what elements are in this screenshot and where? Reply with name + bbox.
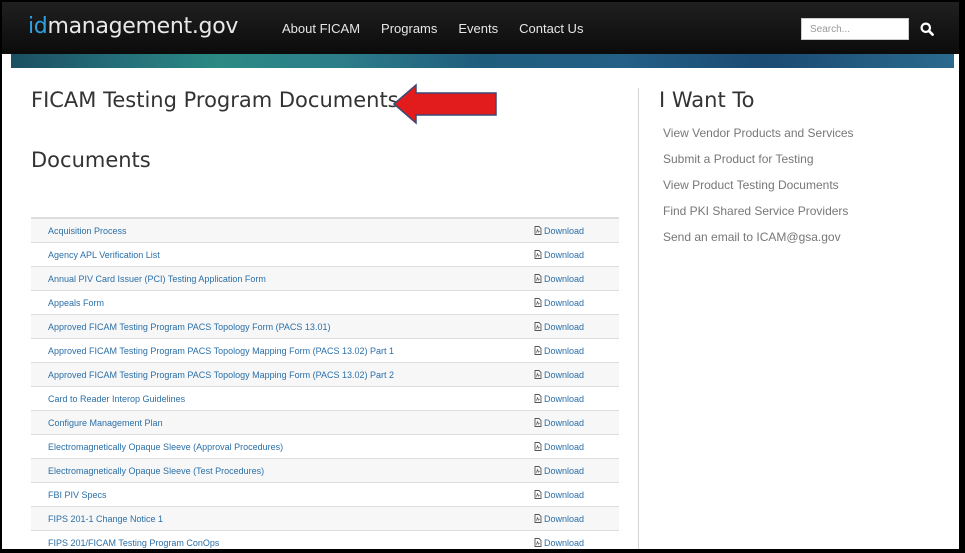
- pdf-file-icon: [534, 538, 542, 547]
- pdf-file-icon: [534, 274, 542, 283]
- logo-domain: management.gov: [47, 14, 239, 39]
- document-link[interactable]: Annual PIV Card Issuer (PCI) Testing App…: [48, 274, 266, 284]
- logo-id: id: [28, 14, 48, 39]
- site-header: idmanagement.gov About FICAM Programs Ev…: [2, 2, 959, 54]
- download-label: Download: [544, 273, 585, 284]
- search-button[interactable]: [915, 18, 939, 40]
- page-title: FICAM Testing Program Documents: [31, 88, 399, 112]
- red-arrow-annotation: [392, 83, 497, 125]
- document-link[interactable]: Agency APL Verification List: [48, 250, 160, 260]
- table-row: FIPS 201-1 Change Notice 1 Download: [31, 507, 619, 531]
- pdf-file-icon: [534, 514, 542, 523]
- sidebar-link[interactable]: Send an email to ICAM@gsa.gov: [663, 228, 854, 254]
- pdf-file-icon: [534, 370, 542, 379]
- table-row: Configure Management Plan Download: [31, 411, 619, 435]
- site-logo[interactable]: idmanagement.gov: [28, 14, 238, 39]
- sidebar-link[interactable]: View Product Testing Documents: [663, 176, 854, 202]
- pdf-file-icon: [534, 442, 542, 451]
- table-row: Appeals Form Download: [31, 291, 619, 315]
- i-want-to-list: View Vendor Products and Services Submit …: [663, 124, 854, 254]
- download-label: Download: [544, 297, 585, 308]
- document-link[interactable]: Electromagnetically Opaque Sleeve (Test …: [48, 466, 264, 476]
- nav-events[interactable]: Events: [458, 21, 498, 36]
- search-input[interactable]: [801, 18, 909, 40]
- table-row: Approved FICAM Testing Program PACS Topo…: [31, 363, 619, 387]
- pdf-file-icon: [534, 394, 542, 403]
- document-link[interactable]: FIPS 201/FICAM Testing Program ConOps: [48, 538, 219, 548]
- pdf-file-icon: [534, 226, 542, 235]
- document-link[interactable]: Configure Management Plan: [48, 418, 163, 428]
- download-label: Download: [544, 513, 585, 524]
- download-link[interactable]: Download: [534, 442, 584, 452]
- document-link[interactable]: FBI PIV Specs: [48, 490, 107, 500]
- document-link[interactable]: Card to Reader Interop Guidelines: [48, 394, 185, 404]
- download-label: Download: [544, 489, 585, 500]
- download-label: Download: [544, 321, 585, 332]
- nav-programs[interactable]: Programs: [381, 21, 437, 36]
- table-row: Acquisition Process Download: [31, 219, 619, 243]
- download-label: Download: [544, 249, 585, 260]
- document-link[interactable]: Approved FICAM Testing Program PACS Topo…: [48, 322, 330, 332]
- nav-about-ficam[interactable]: About FICAM: [282, 21, 360, 36]
- download-link[interactable]: Download: [534, 418, 584, 428]
- download-link[interactable]: Download: [534, 538, 584, 548]
- download-link[interactable]: Download: [534, 322, 584, 332]
- document-link[interactable]: Acquisition Process: [48, 226, 127, 236]
- table-row: Agency APL Verification List Download: [31, 243, 619, 267]
- pdf-file-icon: [534, 418, 542, 427]
- download-label: Download: [544, 369, 585, 380]
- pdf-file-icon: [534, 322, 542, 331]
- table-row: Approved FICAM Testing Program PACS Topo…: [31, 339, 619, 363]
- browser-viewport: idmanagement.gov About FICAM Programs Ev…: [2, 2, 959, 549]
- main-nav: About FICAM Programs Events Contact Us: [282, 21, 583, 36]
- table-row: FIPS 201/FICAM Testing Program ConOps Dow…: [31, 531, 619, 549]
- document-link[interactable]: Appeals Form: [48, 298, 104, 308]
- download-label: Download: [544, 345, 585, 356]
- pdf-file-icon: [534, 346, 542, 355]
- download-link[interactable]: Download: [534, 274, 584, 284]
- pdf-file-icon: [534, 490, 542, 499]
- download-link[interactable]: Download: [534, 370, 584, 380]
- download-link[interactable]: Download: [534, 394, 584, 404]
- documents-heading: Documents: [31, 148, 151, 172]
- pdf-file-icon: [534, 298, 542, 307]
- document-link[interactable]: FIPS 201-1 Change Notice 1: [48, 514, 163, 524]
- download-label: Download: [544, 465, 585, 476]
- header-banner-band: [11, 54, 954, 68]
- table-row: Approved FICAM Testing Program PACS Topo…: [31, 315, 619, 339]
- sidebar-link[interactable]: Find PKI Shared Service Providers: [663, 202, 854, 228]
- column-divider: [638, 88, 639, 549]
- download-label: Download: [544, 537, 585, 548]
- download-link[interactable]: Download: [534, 250, 584, 260]
- download-link[interactable]: Download: [534, 298, 584, 308]
- download-link[interactable]: Download: [534, 466, 584, 476]
- download-link[interactable]: Download: [534, 490, 584, 500]
- download-link[interactable]: Download: [534, 514, 584, 524]
- document-link[interactable]: Approved FICAM Testing Program PACS Topo…: [48, 370, 394, 380]
- pdf-file-icon: [534, 466, 542, 475]
- download-label: Download: [544, 417, 585, 428]
- table-row: FBI PIV Specs Download: [31, 483, 619, 507]
- table-row: Electromagnetically Opaque Sleeve (Test …: [31, 459, 619, 483]
- nav-contact-us[interactable]: Contact Us: [519, 21, 583, 36]
- sidebar-title: I Want To: [659, 88, 755, 112]
- table-row: Electromagnetically Opaque Sleeve (Appro…: [31, 435, 619, 459]
- documents-table: Acquisition Process Download Agency APL Ve…: [31, 217, 619, 549]
- sidebar-link[interactable]: Submit a Product for Testing: [663, 150, 854, 176]
- download-label: Download: [544, 225, 585, 236]
- table-row: Card to Reader Interop Guidelines Downloa…: [31, 387, 619, 411]
- download-link[interactable]: Download: [534, 226, 584, 236]
- table-row: Annual PIV Card Issuer (PCI) Testing App…: [31, 267, 619, 291]
- search-icon: [920, 22, 934, 36]
- download-label: Download: [544, 393, 585, 404]
- pdf-file-icon: [534, 250, 542, 259]
- sidebar-link[interactable]: View Vendor Products and Services: [663, 124, 854, 150]
- download-link[interactable]: Download: [534, 346, 584, 356]
- document-link[interactable]: Electromagnetically Opaque Sleeve (Appro…: [48, 442, 283, 452]
- download-label: Download: [544, 441, 585, 452]
- document-link[interactable]: Approved FICAM Testing Program PACS Topo…: [48, 346, 394, 356]
